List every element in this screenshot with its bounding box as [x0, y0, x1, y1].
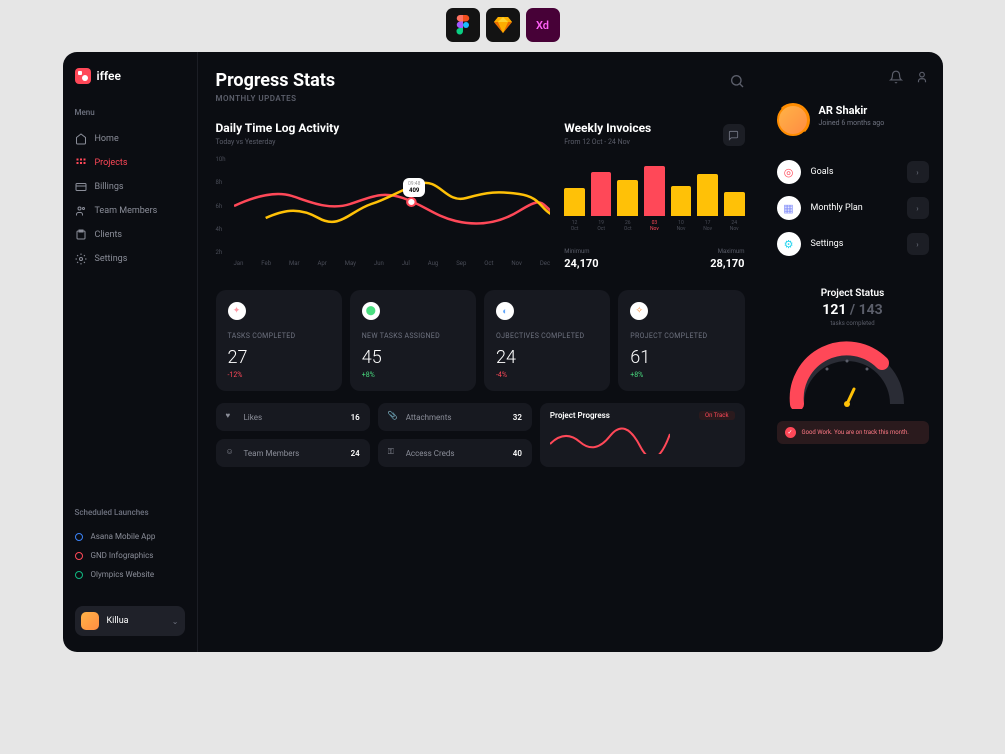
launch-item[interactable]: Olympics Website	[75, 565, 185, 584]
chevron-right-icon: ›	[907, 197, 929, 219]
right-menu-button[interactable]: ▦Monthly Plan›	[777, 196, 929, 220]
small-stat-card[interactable]: ⚿Access Creds40	[378, 439, 532, 467]
invoices-section: Weekly Invoices From 12 Oct - 24 Nov 12O…	[564, 121, 744, 276]
sc-icon: ☺	[226, 447, 238, 459]
sidebar-item-clients[interactable]: Clients	[75, 223, 185, 247]
bar-labels: 12Oct19Oct26Oct03Nov10Nov17Nov24Nov	[564, 220, 744, 232]
dot-icon	[75, 533, 83, 541]
bell-icon[interactable]	[889, 70, 903, 84]
profile-block[interactable]: AR Shakir Joined 6 months ago	[777, 104, 929, 136]
gauge-chart	[777, 339, 917, 409]
card-icon	[75, 181, 87, 193]
design-tool-badges: Xd	[446, 8, 560, 42]
app-window: iffee Menu Home Projects Billings Team M…	[63, 52, 943, 652]
right-sidebar: AR Shakir Joined 6 months ago ◎Goals› ▦Mo…	[763, 52, 943, 652]
chart-tooltip: 09:48 409	[403, 178, 425, 197]
invoice-action-button[interactable]	[723, 124, 745, 146]
sc-icon: ♥	[226, 411, 238, 423]
card-icon: ◐	[496, 302, 514, 320]
user-switcher[interactable]: Killua ⌄	[75, 606, 185, 636]
stat-card[interactable]: ⬤NEW TASKS ASSIGNED45+8%	[350, 290, 476, 391]
figma-icon	[446, 8, 480, 42]
y-axis-labels: 10h8h6h4h2h	[216, 156, 226, 256]
status-alert: ✓ Good Work. You are on track this month…	[777, 421, 929, 444]
project-progress-card[interactable]: Project Progress On Track	[540, 403, 745, 467]
stat-card[interactable]: ◐OJBECTIVES COMPLETED24-4%	[484, 290, 610, 391]
chevron-down-icon: ⌄	[172, 617, 179, 626]
avatar	[81, 612, 99, 630]
logo-mark-icon	[75, 68, 91, 84]
search-icon[interactable]	[729, 73, 745, 89]
card-icon: ✧	[630, 302, 648, 320]
dot-icon	[75, 571, 83, 579]
sidebar-item-billings[interactable]: Billings	[75, 175, 185, 199]
status-badge: On Track	[699, 411, 735, 420]
sidebar-item-home[interactable]: Home	[75, 127, 185, 151]
activity-title: Daily Time Log Activity	[216, 121, 551, 135]
stat-cards: ✦TASKS COMPLETED27-12%⬤NEW TASKS ASSIGNE…	[216, 290, 745, 391]
briefcase-icon	[75, 229, 87, 241]
page-title: Progress Stats	[216, 70, 336, 91]
sidebar-item-team[interactable]: Team Members	[75, 199, 185, 223]
stat-card[interactable]: ✦TASKS COMPLETED27-12%	[216, 290, 342, 391]
xd-icon: Xd	[526, 8, 560, 42]
sc-icon: 📎	[388, 411, 400, 423]
brand-name: iffee	[97, 69, 121, 83]
activity-chart-section: Daily Time Log Activity Today vs Yesterd…	[216, 121, 551, 276]
min-stat: Minimum24,170	[564, 248, 598, 270]
sidebar: iffee Menu Home Projects Billings Team M…	[63, 52, 198, 652]
small-stat-card[interactable]: 📎Attachments32	[378, 403, 532, 431]
menu-icon: ▦	[777, 196, 801, 220]
users-icon	[75, 205, 87, 217]
right-menu-button[interactable]: ⚙Settings›	[777, 232, 929, 256]
x-axis-labels: JanFebMarAprMayJunJulAugSepOctNovDec	[234, 260, 551, 267]
launch-item[interactable]: Asana Mobile App	[75, 527, 185, 546]
sc-icon: ⚿	[388, 447, 400, 459]
chevron-right-icon: ›	[907, 161, 929, 183]
bar-chart	[564, 156, 744, 216]
invoices-title: Weekly Invoices	[564, 121, 744, 135]
page-subtitle: MONTHLY UPDATES	[216, 94, 745, 103]
activity-sub: Today vs Yesterday	[216, 138, 551, 146]
stat-card[interactable]: ✧PROJECT COMPLETED61+8%	[618, 290, 744, 391]
max-stat: Maximum28,170	[710, 248, 744, 270]
sparkline	[550, 424, 670, 454]
logo[interactable]: iffee	[75, 68, 185, 84]
avatar	[777, 104, 809, 136]
menu-heading: Menu	[75, 108, 185, 117]
right-menu-button[interactable]: ◎Goals›	[777, 160, 929, 184]
launch-item[interactable]: GND Infographics	[75, 546, 185, 565]
user-icon[interactable]	[915, 70, 929, 84]
grid-icon	[75, 157, 87, 169]
sidebar-item-projects[interactable]: Projects	[75, 151, 185, 175]
invoices-sub: From 12 Oct - 24 Nov	[564, 138, 744, 146]
small-stat-cards: ♥Likes16 📎Attachments32 ☺Team Members24 ⚿Ac…	[216, 403, 532, 467]
home-icon	[75, 133, 87, 145]
line-chart	[234, 156, 551, 256]
card-icon: ⬤	[362, 302, 380, 320]
sketch-icon	[486, 8, 520, 42]
check-icon: ✓	[785, 427, 796, 438]
card-icon: ✦	[228, 302, 246, 320]
main-content: Progress Stats MONTHLY UPDATES Daily Tim…	[198, 52, 763, 652]
menu-icon: ◎	[777, 160, 801, 184]
project-status-section: Project Status 121 / 143 tasks completed…	[777, 288, 929, 444]
menu-icon: ⚙	[777, 232, 801, 256]
small-stat-card[interactable]: ☺Team Members24	[216, 439, 370, 467]
gear-icon	[75, 253, 87, 265]
chevron-right-icon: ›	[907, 233, 929, 255]
sidebar-item-settings[interactable]: Settings	[75, 247, 185, 271]
small-stat-card[interactable]: ♥Likes16	[216, 403, 370, 431]
launches-heading: Scheduled Launches	[75, 508, 185, 517]
dot-icon	[75, 552, 83, 560]
